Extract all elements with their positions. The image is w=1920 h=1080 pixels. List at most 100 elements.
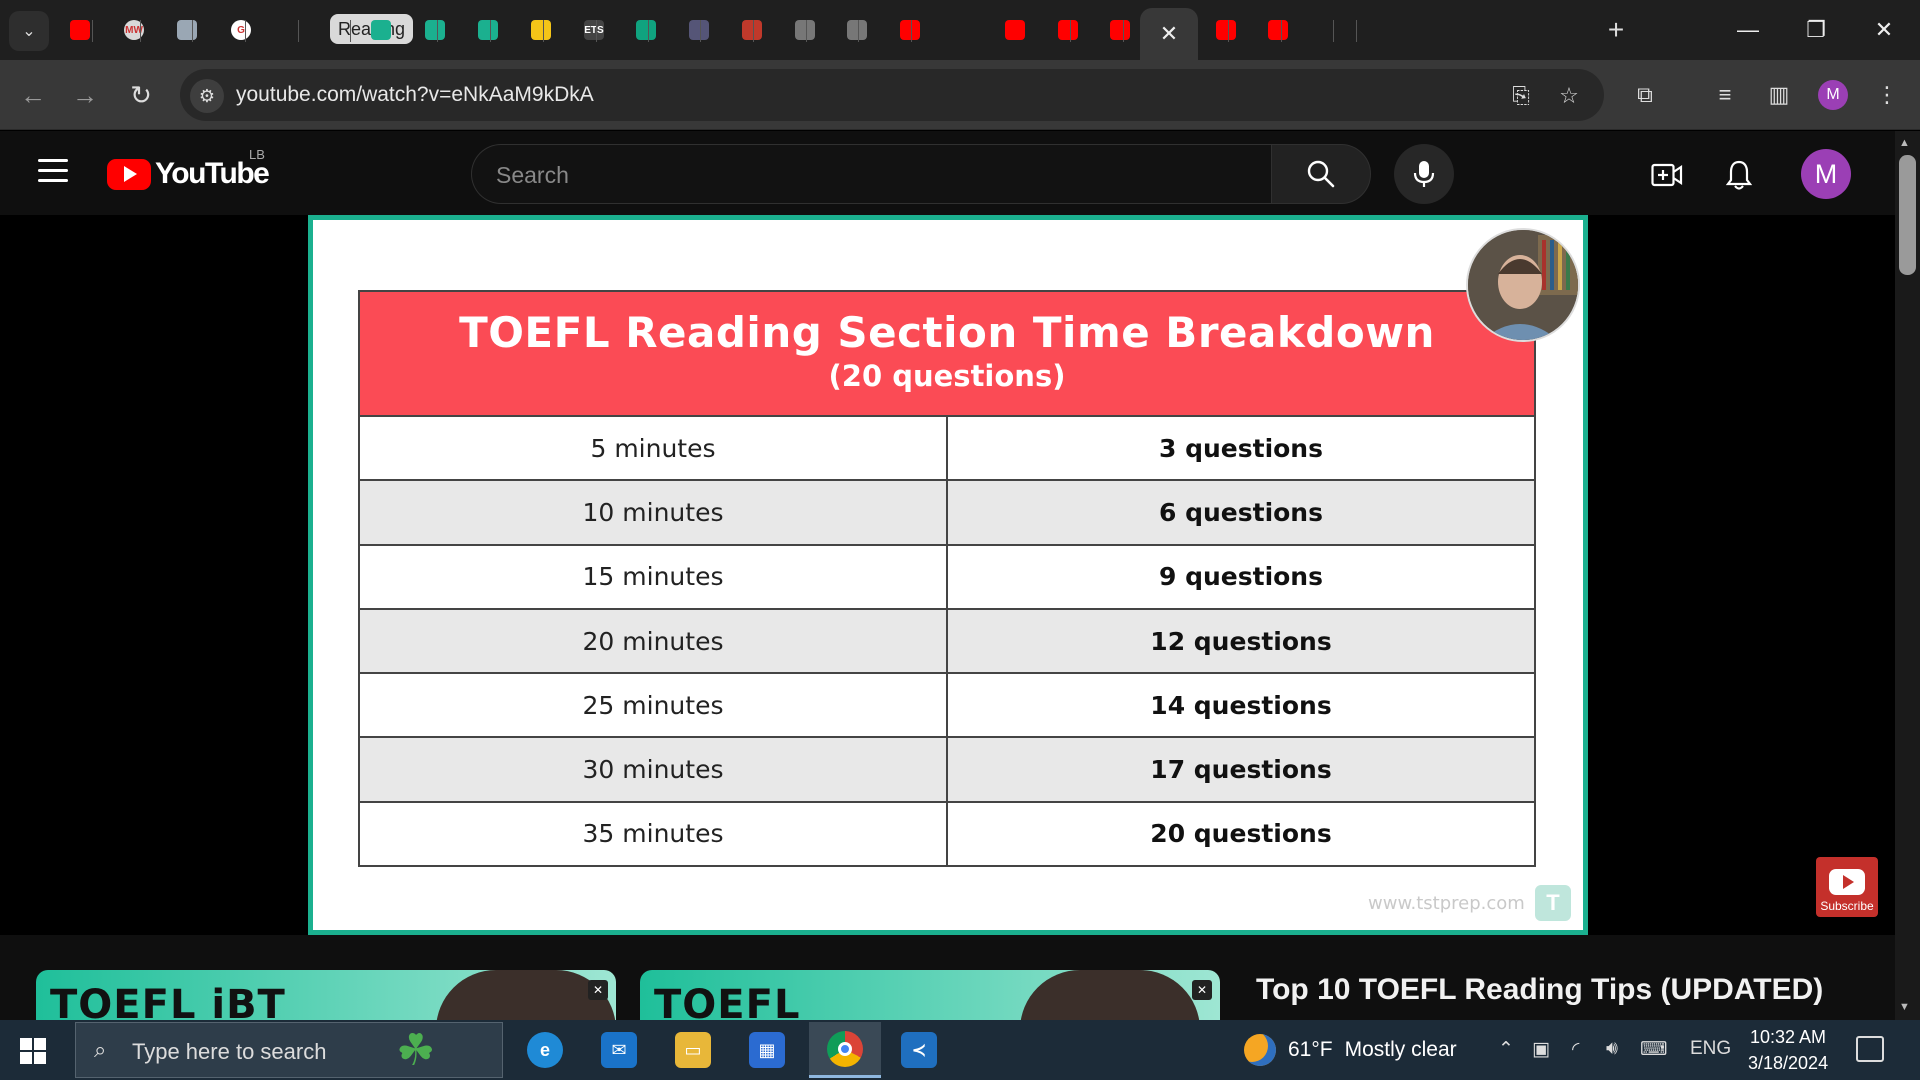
scroll-down-arrow-icon[interactable]: ▼: [1899, 1001, 1910, 1013]
thumbnail-close-icon[interactable]: ✕: [588, 980, 608, 1000]
install-app-icon[interactable]: ⎘: [1506, 81, 1536, 111]
reload-button[interactable]: ↻: [122, 76, 160, 114]
browser-tab[interactable]: [411, 10, 459, 50]
youtube-icon: [70, 20, 90, 40]
voice-search-button[interactable]: [1394, 144, 1454, 204]
merriam-webster-icon: MW: [124, 20, 144, 40]
taskbar-clock[interactable]: 10:32 AM 3/18/2024: [1748, 1024, 1828, 1076]
globe-icon: [847, 20, 867, 40]
notification-center-icon[interactable]: [1856, 1036, 1884, 1062]
youtube-wordmark: YouTube: [155, 157, 270, 190]
close-tab-icon[interactable]: ✕: [1160, 21, 1178, 47]
taskbar-edge[interactable]: e: [509, 1022, 581, 1078]
language-indicator[interactable]: ENG: [1690, 1038, 1731, 1060]
taskbar-chrome[interactable]: [809, 1022, 881, 1078]
minimize-button[interactable]: —: [1718, 8, 1778, 52]
browser-tab[interactable]: [464, 10, 512, 50]
browser-tab[interactable]: [163, 10, 211, 50]
address-bar[interactable]: ⚙ youtube.com/watch?v=eNkAaM9kDkA ⎘ ☆: [180, 69, 1604, 121]
video-player[interactable]: TOEFL Reading Section Time Breakdown (20…: [0, 215, 1895, 935]
wifi-icon[interactable]: ◜: [1572, 1038, 1579, 1061]
recommendation-title[interactable]: Top 10 TOEFL Reading Tips (UPDATED): [1256, 973, 1823, 1007]
youtube-play-icon: [107, 158, 151, 190]
browser-tab[interactable]: [781, 10, 829, 50]
country-code: LB: [249, 147, 265, 162]
youtube-logo[interactable]: YouTube LB: [107, 147, 270, 191]
location-pin-icon: [531, 20, 551, 40]
table-row: 35 minutes 20 questions: [358, 802, 1536, 868]
new-tab-button[interactable]: +: [1598, 12, 1634, 48]
browser-tab[interactable]: [833, 10, 881, 50]
weather-widget[interactable]: 61°F Mostly clear: [1244, 1034, 1457, 1066]
taskbar-vscode[interactable]: ≺: [883, 1022, 955, 1078]
taskbar-search-box[interactable]: ⌕ Type here to search ☘: [75, 1022, 503, 1078]
table-row: 5 minutes 3 questions: [358, 417, 1536, 482]
youtube-account-avatar[interactable]: M: [1801, 149, 1851, 199]
browser-tab[interactable]: ETS: [570, 10, 618, 50]
guide-menu-icon[interactable]: [38, 159, 68, 183]
search-input[interactable]: Search: [471, 144, 1271, 204]
url-text[interactable]: youtube.com/watch?v=eNkAaM9kDkA: [236, 83, 594, 107]
create-video-icon[interactable]: [1647, 155, 1687, 195]
bookmark-star-icon[interactable]: ☆: [1554, 81, 1584, 111]
browser-tab[interactable]: MW: [110, 10, 158, 50]
browser-tab[interactable]: [622, 10, 670, 50]
taskbar-mail[interactable]: ✉: [583, 1022, 655, 1078]
tab-separator: [490, 20, 491, 42]
time-cell: 10 minutes: [360, 481, 948, 544]
browser-tab[interactable]: [728, 10, 776, 50]
show-hidden-icons-chevron-icon[interactable]: ⌃: [1498, 1038, 1514, 1061]
tab-separator: [1333, 20, 1334, 42]
restore-button[interactable]: ❐: [1786, 8, 1846, 52]
taskbar-store[interactable]: ▦: [731, 1022, 803, 1078]
forward-button[interactable]: →: [66, 76, 104, 114]
browser-tab[interactable]: [1254, 10, 1302, 50]
browser-tab[interactable]: [1044, 10, 1092, 50]
recommendation-thumbnail-1[interactable]: TOEFL iBT ✕: [36, 970, 616, 1020]
recommendation-thumbnail-2[interactable]: TOEFL ✕: [640, 970, 1220, 1020]
globe-icon: [795, 20, 815, 40]
checkmark-shield-icon: [177, 20, 197, 40]
scrollbar-thumb[interactable]: [1899, 155, 1916, 275]
side-panel-icon[interactable]: ▥: [1762, 78, 1796, 112]
taskbar-file-explorer[interactable]: ▭: [657, 1022, 729, 1078]
clock-time: 10:32 AM: [1750, 1027, 1827, 1047]
extensions-icon[interactable]: ⧉: [1628, 78, 1662, 112]
site-info-icon[interactable]: ⚙: [190, 79, 224, 113]
tab-separator: [806, 20, 807, 42]
keyboard-icon[interactable]: ⌨: [1640, 1038, 1667, 1061]
tst-prep-icon: [425, 20, 445, 40]
browser-profile-avatar[interactable]: M: [1818, 80, 1848, 110]
search-button[interactable]: [1271, 144, 1371, 204]
notifications-bell-icon[interactable]: [1719, 155, 1759, 195]
media-control-icon[interactable]: ≡: [1708, 78, 1742, 112]
thumbnail-close-icon[interactable]: ✕: [1192, 980, 1212, 1000]
subscribe-watermark-button[interactable]: Subscribe: [1816, 857, 1878, 917]
browser-tab[interactable]: [517, 10, 565, 50]
active-tab[interactable]: ✕: [1140, 8, 1198, 60]
browser-tab[interactable]: [357, 10, 405, 50]
table-row: 30 minutes 17 questions: [358, 738, 1536, 803]
tab-separator: [245, 20, 246, 42]
browser-menu-icon[interactable]: ⋮: [1870, 78, 1904, 112]
tab-separator: [1356, 20, 1357, 42]
search-icon: [1307, 160, 1335, 188]
browser-tab[interactable]: [56, 10, 104, 50]
scroll-up-arrow-icon[interactable]: ▲: [1899, 137, 1910, 149]
close-window-button[interactable]: ✕: [1854, 8, 1914, 52]
browser-tab[interactable]: [1202, 10, 1250, 50]
youtube-icon: [1268, 20, 1288, 40]
browser-tab[interactable]: [675, 10, 723, 50]
browser-tab[interactable]: [1096, 10, 1144, 50]
browser-tab[interactable]: G: [217, 10, 265, 50]
windows-start-icon[interactable]: [20, 1038, 46, 1064]
volume-icon[interactable]: 🔊︎: [1606, 1038, 1618, 1060]
battery-icon[interactable]: ▣: [1532, 1038, 1550, 1061]
youtube-icon: [900, 20, 920, 40]
tab-search-button[interactable]: ⌄: [9, 11, 49, 51]
browser-tab[interactable]: [886, 10, 934, 50]
browser-tab[interactable]: [991, 10, 1039, 50]
page-scrollbar[interactable]: ▲ ▼: [1895, 131, 1920, 1020]
taskbar-search-icon: ⌕: [94, 1037, 107, 1062]
back-button[interactable]: ←: [14, 76, 52, 114]
